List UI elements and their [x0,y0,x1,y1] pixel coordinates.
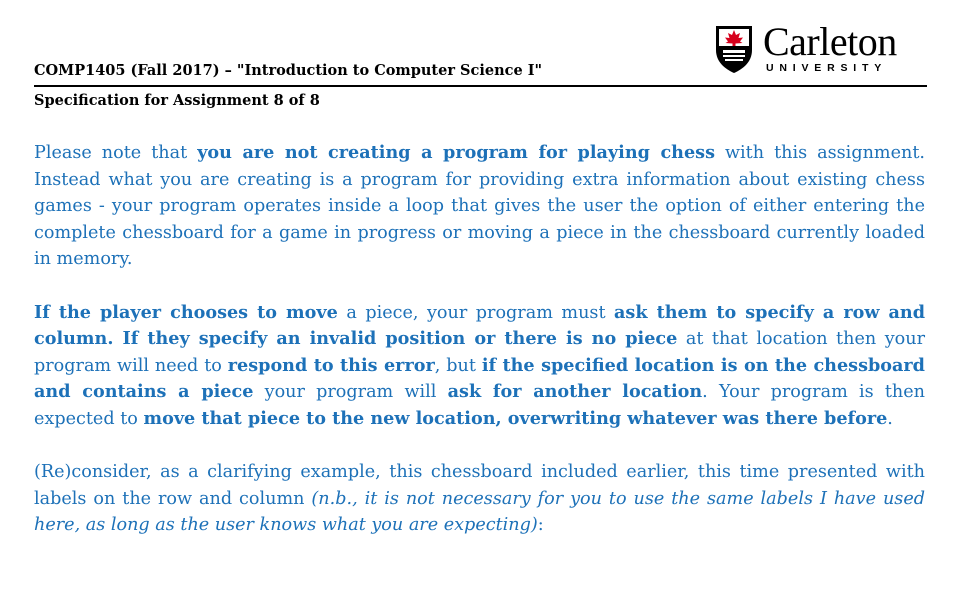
carleton-crest-icon [716,26,752,73]
text-run: Please note that [34,143,198,163]
text-run: your program will [253,382,448,403]
document-header: COMP1405 (Fall 2017) – "Introduction to … [34,18,927,109]
bold-text: ask for another location [447,381,703,403]
course-title: COMP1405 (Fall 2017) – "Introduction to … [34,62,543,79]
logo-wordmark: Carleton [763,19,897,64]
text-run: . [887,408,893,429]
bold-text: you are not creating a program for playi… [197,142,715,163]
bold-text: If the player chooses to move [34,301,338,323]
logo-subword: UNIVERSITY [766,62,888,74]
paragraph: (Re)consider, as a clarifying example, t… [34,459,925,539]
bold-text: move that piece to the new location, ove… [143,407,888,429]
header-rule [34,85,927,87]
text-run: a piece, your program must [337,302,615,323]
text-run: : [537,515,544,536]
document-body: Please note that you are not creating a … [34,140,925,566]
paragraph: If the player chooses to move a piece, y… [34,300,925,433]
assignment-spec-title: Specification for Assignment 8 of 8 [34,92,320,109]
paragraph: Please note that you are not creating a … [34,140,925,273]
bold-text: respond to this error [227,354,435,376]
text-run: , but [434,355,482,376]
carleton-logo: Carleton UNIVERSITY [713,20,913,80]
